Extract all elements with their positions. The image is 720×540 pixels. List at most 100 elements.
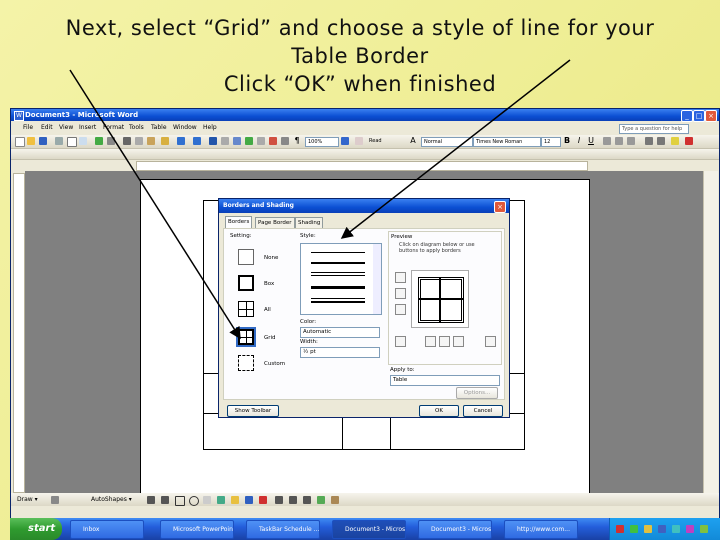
read-icon[interactable] [355, 137, 363, 145]
copy-icon[interactable] [135, 137, 143, 145]
align-center-icon[interactable] [615, 137, 623, 145]
shadow-icon[interactable] [317, 496, 325, 504]
cancel-button[interactable]: Cancel [463, 405, 503, 417]
taskbar-item[interactable]: TaskBar Schedule ... [246, 520, 320, 539]
line-style-option[interactable] [311, 286, 365, 289]
bottom-border-icon[interactable] [395, 304, 406, 315]
3d-icon[interactable] [331, 496, 339, 504]
diagonal-up-border-icon[interactable] [485, 336, 496, 347]
align-left-icon[interactable] [603, 137, 611, 145]
menu-insert[interactable]: Insert [79, 122, 96, 134]
underline-icon[interactable]: U [587, 137, 595, 145]
open-icon[interactable] [27, 137, 35, 145]
tray-icon[interactable] [616, 525, 624, 533]
diagonal-down-border-icon[interactable] [395, 336, 406, 347]
taskbar-item[interactable]: Microsoft PowerPoint... [160, 520, 234, 539]
taskbar-item[interactable]: Document3 - Micros... [418, 520, 492, 539]
wordart-icon[interactable] [217, 496, 225, 504]
format-painter-icon[interactable] [161, 137, 169, 145]
maximize-button[interactable]: □ [693, 110, 705, 122]
line-style-option[interactable] [311, 275, 365, 276]
highlight-icon[interactable] [671, 137, 679, 145]
doc-map-icon[interactable] [281, 137, 289, 145]
tray-icon[interactable] [700, 525, 708, 533]
spelling-icon[interactable] [95, 137, 103, 145]
taskbar-item-active[interactable]: Document3 - Micros... [332, 520, 406, 539]
menu-format[interactable]: Format [103, 122, 124, 134]
apply-to-select[interactable]: Table [390, 375, 500, 386]
text-box-icon[interactable] [203, 496, 211, 504]
oval-icon[interactable] [189, 496, 199, 506]
save-icon[interactable] [39, 137, 47, 145]
hyperlink-icon[interactable] [209, 137, 217, 145]
line-style-option[interactable] [311, 262, 365, 264]
setting-custom-icon[interactable] [238, 355, 254, 371]
options-button[interactable]: Options... [456, 387, 498, 399]
font-color-icon[interactable] [685, 137, 693, 145]
line-style-icon[interactable] [275, 496, 283, 504]
ok-button[interactable]: OK [419, 405, 459, 417]
font-size-select[interactable]: 12 [541, 137, 561, 147]
setting-box-label[interactable]: Box [264, 281, 274, 287]
left-border-icon[interactable] [425, 336, 436, 347]
menu-tools[interactable]: Tools [129, 122, 144, 134]
show-toolbar-button[interactable]: Show Toolbar [227, 405, 279, 417]
setting-none-label[interactable]: None [264, 255, 278, 261]
top-border-icon[interactable] [395, 272, 406, 283]
zoom-select[interactable]: 100% [305, 137, 339, 147]
redo-icon[interactable] [193, 137, 201, 145]
style-select[interactable]: Normal [421, 137, 473, 147]
menu-window[interactable]: Window [173, 122, 197, 134]
paste-icon[interactable] [147, 137, 155, 145]
line-style-option[interactable] [311, 301, 365, 303]
drawing-icon[interactable] [269, 137, 277, 145]
line-color-icon[interactable] [245, 496, 253, 504]
print-icon[interactable] [67, 137, 77, 147]
menu-edit[interactable]: Edit [41, 122, 53, 134]
styles-icon[interactable]: A [409, 137, 417, 145]
setting-custom-label[interactable]: Custom [264, 361, 285, 367]
insert-table-icon[interactable] [233, 137, 241, 145]
taskbar-item[interactable]: Inbox [70, 520, 144, 539]
horizontal-ruler[interactable] [136, 161, 588, 171]
tray-icon[interactable] [686, 525, 694, 533]
autoshapes-menu[interactable]: AutoShapes ▾ [91, 493, 132, 506]
draw-menu[interactable]: Draw ▾ [17, 493, 38, 506]
menu-table[interactable]: Table [151, 122, 167, 134]
setting-all-label[interactable]: All [264, 307, 271, 313]
setting-grid-label[interactable]: Grid [264, 335, 276, 341]
menu-file[interactable]: File [23, 122, 33, 134]
align-right-icon[interactable] [627, 137, 635, 145]
setting-none-icon[interactable] [238, 249, 254, 265]
border-preview-diagram[interactable] [411, 270, 469, 328]
rectangle-icon[interactable] [175, 496, 185, 506]
start-button[interactable]: start [10, 518, 62, 540]
columns-icon[interactable] [257, 137, 265, 145]
taskbar-item[interactable]: http://www.com... [504, 520, 578, 539]
line-style-list[interactable] [300, 243, 382, 315]
help-icon[interactable] [341, 137, 349, 145]
menu-help[interactable]: Help [203, 122, 217, 134]
tray-icon[interactable] [644, 525, 652, 533]
undo-icon[interactable] [177, 137, 185, 145]
tray-icon[interactable] [630, 525, 638, 533]
tables-borders-icon[interactable] [221, 137, 229, 145]
minimize-button[interactable]: _ [681, 110, 693, 122]
read-button[interactable]: Read [367, 137, 391, 145]
tray-icon[interactable] [672, 525, 680, 533]
tray-icon[interactable] [658, 525, 666, 533]
arrow-icon[interactable] [161, 496, 169, 504]
italic-icon[interactable]: I [575, 137, 583, 145]
select-objects-icon[interactable] [51, 496, 59, 504]
vertical-ruler[interactable] [13, 173, 25, 493]
show-hide-icon[interactable]: ¶ [293, 137, 301, 145]
line-style-option[interactable] [311, 272, 365, 273]
draw-font-color-icon[interactable] [259, 496, 267, 504]
bold-icon[interactable]: B [563, 137, 571, 145]
menu-view[interactable]: View [59, 122, 73, 134]
inside-vertical-border-icon[interactable] [439, 336, 450, 347]
color-select[interactable]: Automatic [300, 327, 380, 338]
width-select[interactable]: ½ pt [300, 347, 380, 358]
setting-grid-icon[interactable] [236, 327, 256, 347]
bullets-icon[interactable] [657, 137, 665, 145]
